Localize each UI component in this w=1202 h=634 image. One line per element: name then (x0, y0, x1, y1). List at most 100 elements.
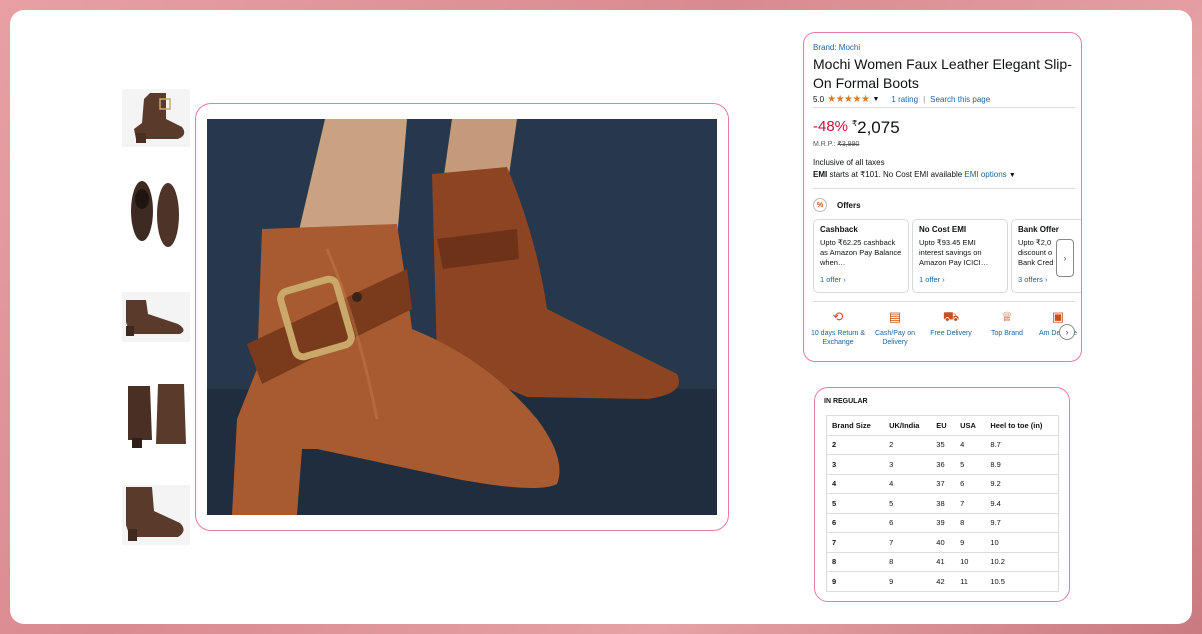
table-cell: 42 (931, 571, 956, 592)
chevron-right-icon: › (1063, 253, 1067, 263)
offer-title: Cashback (820, 225, 858, 234)
table-cell: 8 (826, 552, 885, 572)
feature-label: Free Delivery (930, 330, 972, 337)
thumbnail-2[interactable] (122, 177, 190, 255)
feature-return[interactable]: ⟲ 10 days Return & Exchange (808, 309, 868, 347)
table-row: 6 6 39 8 9.7 (826, 513, 1059, 533)
table-cell: 9 (955, 532, 986, 553)
thumbnail-1[interactable] (122, 89, 190, 147)
column-header: Brand Size (826, 415, 885, 436)
table-row: 8 8 41 10 10.2 (826, 552, 1059, 572)
table-cell: 6 (826, 513, 885, 533)
table-cell: 4 (826, 474, 885, 494)
main-product-image[interactable] (207, 119, 717, 515)
table-cell: 36 (931, 454, 956, 475)
table-cell: 2 (826, 435, 885, 455)
offer-title: Bank Offer (1018, 225, 1059, 234)
product-title: Mochi Women Faux Leather Elegant Slip-On… (813, 56, 1072, 91)
brand-link[interactable]: Brand: Mochi (813, 43, 860, 52)
offer-link[interactable]: 1 offer › (820, 275, 902, 284)
separator: | (923, 95, 926, 104)
table-row: 2 2 35 4 8.7 (826, 435, 1059, 455)
divider (813, 301, 1075, 302)
divider (813, 107, 1075, 108)
table-cell: 3 (826, 454, 885, 475)
offer-link[interactable]: 1 offer › (919, 275, 1001, 284)
emi-options-link[interactable]: EMI options (964, 170, 1006, 179)
table-cell: 10.2 (985, 552, 1059, 572)
table-cell: 9 (884, 571, 932, 592)
table-cell: 41 (931, 552, 956, 572)
column-header: EU (931, 415, 956, 436)
table-cell: 10 (985, 532, 1059, 553)
taxes-note: Inclusive of all taxes (813, 158, 885, 167)
table-cell: 5 (955, 454, 986, 475)
feature-label: 10 days Return & Exchange (810, 330, 866, 346)
size-chart-panel: IN REGULAR Brand Size UK/India EU USA He… (814, 387, 1070, 602)
offer-percent-icon: % (813, 198, 827, 212)
table-cell: 5 (884, 493, 932, 514)
search-page-link[interactable]: Search this page (930, 95, 990, 104)
feature-top-brand[interactable]: ♕ Top Brand (977, 309, 1037, 338)
table-cell: 10.5 (985, 571, 1059, 592)
size-chart-title: IN REGULAR (824, 398, 868, 405)
emi-label: EMI (813, 170, 828, 179)
table-cell: 6 (955, 474, 986, 494)
emi-text: starts at ₹101. No Cost EMI available (829, 170, 963, 179)
table-cell: 9.7 (985, 513, 1059, 533)
offers-title: Offers (837, 200, 861, 210)
mrp-value: ₹3,990 (837, 141, 860, 148)
rating-count-link[interactable]: 1 rating (891, 95, 918, 104)
table-cell: 6 (884, 513, 932, 533)
offers-next-button[interactable]: › (1056, 239, 1074, 277)
rating-value: 5.0 (813, 95, 825, 104)
table-cell: 11 (955, 571, 986, 592)
offers-heading: % Offers (813, 198, 861, 212)
table-row: 7 7 40 9 10 (826, 532, 1059, 553)
rating-row: 5.0 ★★★★★ ▼ 1 rating | Search this page (813, 94, 990, 105)
table-cell: 4 (884, 474, 932, 494)
table-cell: 2 (884, 435, 932, 455)
offer-card-no-cost-emi[interactable]: No Cost EMI Upto ₹93.45 EMI interest sav… (912, 219, 1008, 293)
star-rating-icon[interactable]: ★★★★★ (827, 94, 870, 105)
table-cell: 8 (884, 552, 932, 572)
feature-label: Top Brand (991, 330, 1023, 337)
divider (813, 188, 1075, 189)
return-icon: ⟲ (832, 309, 844, 324)
table-cell: 39 (931, 513, 956, 533)
chevron-down-icon[interactable]: ▼ (872, 96, 879, 103)
features-next-button[interactable]: › (1059, 324, 1075, 340)
thumbnail-4[interactable] (122, 380, 190, 452)
table-row: 4 4 37 6 9.2 (826, 474, 1059, 494)
table-cell: 35 (931, 435, 956, 455)
table-cell: 40 (931, 532, 956, 553)
column-header: USA (955, 415, 986, 436)
feature-free-delivery[interactable]: ⛟ Free Delivery (921, 309, 981, 338)
discount-percent: -48% (813, 118, 849, 135)
product-info-panel: Brand: Mochi Mochi Women Faux Leather El… (803, 32, 1082, 362)
table-cell: 8.7 (985, 435, 1059, 455)
table-cell: 8 (955, 513, 986, 533)
table-cell: 9 (826, 571, 885, 592)
offer-title: No Cost EMI (919, 225, 967, 234)
table-row: 3 3 36 5 8.9 (826, 454, 1059, 475)
thumbnail-5[interactable] (122, 485, 190, 545)
chevron-down-icon[interactable]: ▼ (1009, 172, 1016, 179)
table-cell: 38 (931, 493, 956, 514)
chevron-right-icon: › (1065, 327, 1069, 337)
table-cell: 9.2 (985, 474, 1059, 494)
mrp: M.R.P.: ₹3,990 (813, 140, 859, 148)
offer-card-cashback[interactable]: Cashback Upto ₹62.25 cashback as Amazon … (813, 219, 909, 293)
thumbnail-3[interactable] (122, 292, 190, 342)
table-cell: 7 (884, 532, 932, 553)
table-header-row: Brand Size UK/India EU USA Heel to toe (… (826, 415, 1059, 436)
table-cell: 3 (884, 454, 932, 475)
table-cell: 7 (826, 532, 885, 553)
mrp-label: M.R.P.: (813, 141, 836, 148)
table-cell: 8.9 (985, 454, 1059, 475)
price-value: 2,075 (857, 118, 900, 137)
table-cell: 10 (955, 552, 986, 572)
trophy-icon: ♕ (1001, 309, 1013, 324)
offer-body: Upto ₹62.25 cashback as Amazon Pay Balan… (820, 238, 902, 267)
feature-cash-on-delivery[interactable]: ▤ Cash/Pay on Delivery (865, 309, 925, 347)
